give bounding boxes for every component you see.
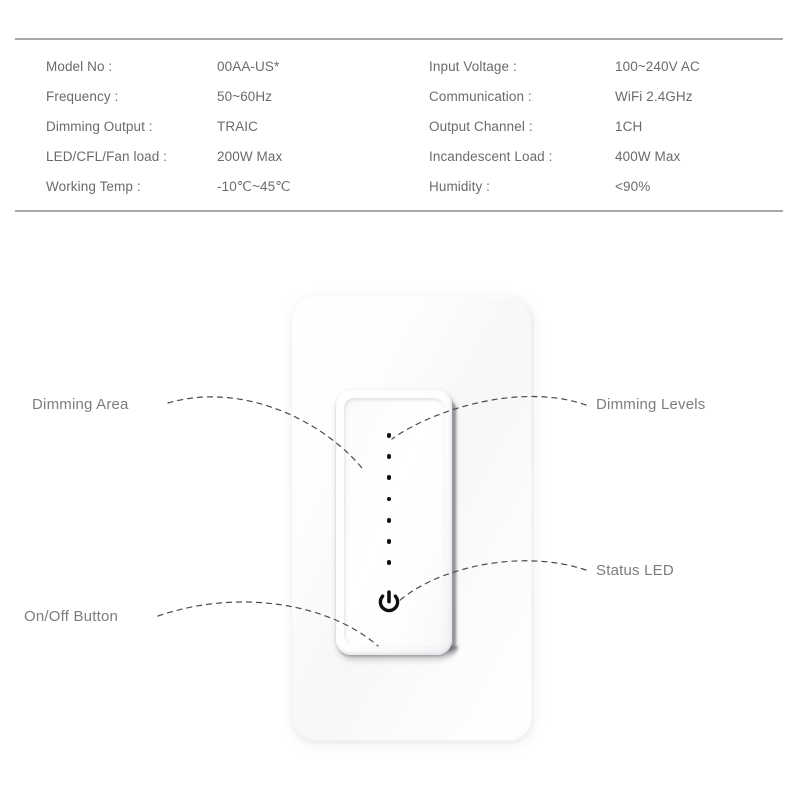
product-diagram: Dimming Area On/Off Button Dimming Level… [0,230,800,800]
spec-value: -10℃~45℃ [217,179,291,194]
table-bottom-divider [15,210,783,212]
spec-value: 400W Max [615,149,681,164]
led-dot [386,539,392,544]
dimming-level-indicators [384,433,394,565]
spec-value: 200W Max [217,149,283,164]
led-dot [386,475,392,481]
spec-label: Input Voltage : [429,59,517,74]
annotation-dimming-levels: Dimming Levels [596,396,706,413]
spec-label: LED/CFL/Fan load : [46,149,168,164]
specification-grid: Model No : 00AA-US* Input Voltage : 100~… [15,40,783,210]
spec-label: Dimming Output : [46,119,153,134]
led-dot [386,560,392,565]
spec-label: Frequency : [46,89,119,104]
spec-value: 00AA-US* [217,59,280,74]
spec-label: Incandescent Load : [429,149,553,164]
spec-value: TRAIC [217,119,258,134]
spec-value: 1CH [615,119,643,134]
annotation-status-led: Status LED [596,562,674,579]
led-dot [386,433,392,438]
led-dot [386,496,392,502]
led-dot [386,517,392,523]
specification-table: Model No : 00AA-US* Input Voltage : 100~… [15,38,783,212]
spec-label: Working Temp : [46,179,141,194]
spec-value: WiFi 2.4GHz [615,89,693,104]
spec-label: Output Channel : [429,119,533,134]
spec-value: 100~240V AC [615,59,700,74]
power-icon[interactable] [374,588,404,618]
annotation-dimming-area: Dimming Area [32,396,129,413]
led-dot [386,454,392,459]
spec-label: Humidity : [429,179,491,194]
spec-label: Communication : [429,89,532,104]
spec-value: 50~60Hz [217,89,273,104]
spec-label: Model No : [46,59,113,74]
product-spec-page: Model No : 00AA-US* Input Voltage : 100~… [0,0,800,800]
spec-value: <90% [615,179,651,194]
annotation-on-off-button: On/Off Button [24,608,119,625]
